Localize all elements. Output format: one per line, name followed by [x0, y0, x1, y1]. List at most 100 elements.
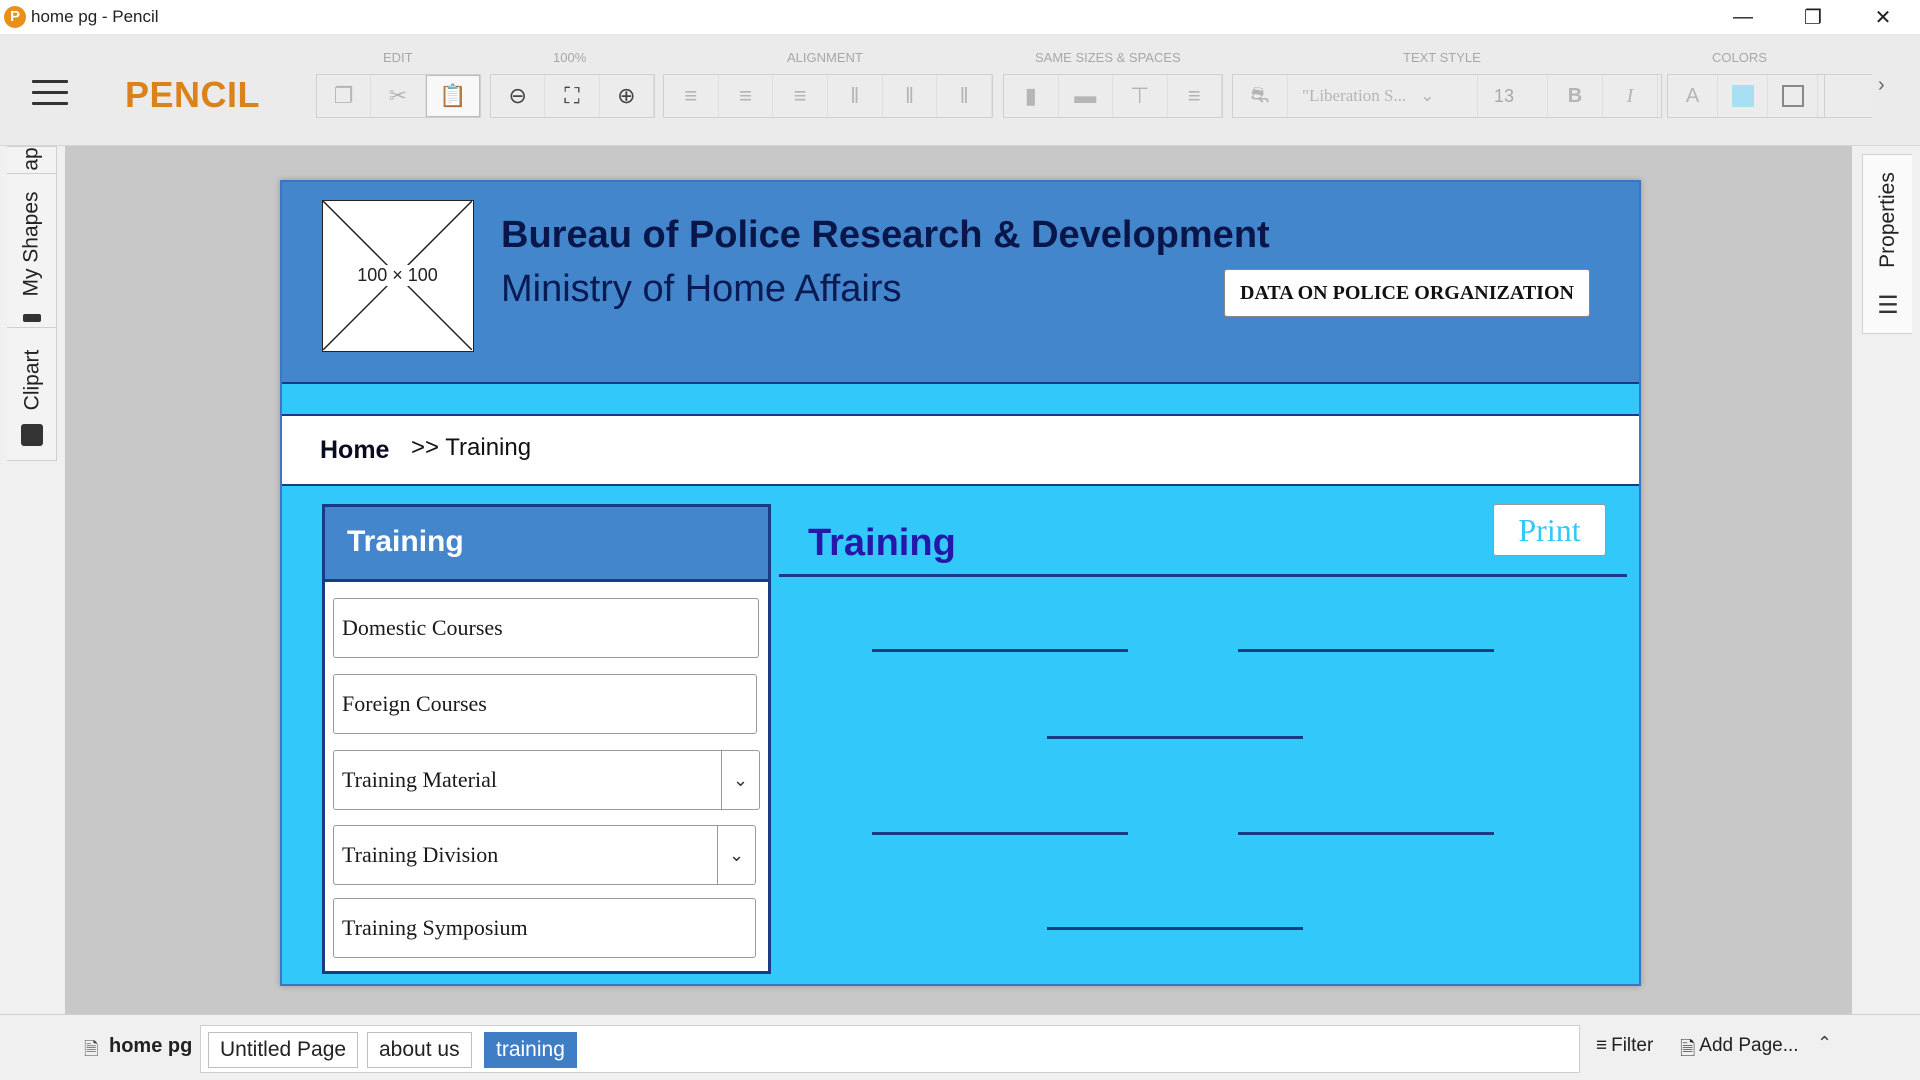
- chevron-down-icon: ⌄: [1420, 86, 1435, 105]
- tab-properties-label: Properties: [1876, 172, 1899, 268]
- print-button[interactable]: Print: [1493, 504, 1606, 556]
- same-sizes-group: ▮ ▬ ⊤ ≡: [1003, 74, 1223, 118]
- group-label-text-style: TEXT STYLE: [1403, 50, 1481, 65]
- nav-item-foreign-courses[interactable]: Foreign Courses: [333, 674, 757, 734]
- fit-screen-icon[interactable]: ⛶: [545, 75, 600, 117]
- align-middle-icon[interactable]: ‖: [883, 75, 938, 117]
- align-left-icon[interactable]: ≡: [664, 75, 719, 117]
- font-size-input[interactable]: 13: [1478, 75, 1548, 117]
- tab-shapes-label: ap: [19, 147, 43, 171]
- toolbar-scroll-right-icon[interactable]: ›: [1878, 74, 1885, 97]
- content-placeholder-line: [1047, 736, 1303, 739]
- filter-button[interactable]: ≡ Filter: [1596, 1035, 1653, 1057]
- align-center-icon[interactable]: ≡: [719, 75, 774, 117]
- nav-item-label: Foreign Courses: [342, 691, 487, 716]
- nav-item-domestic-courses[interactable]: Domestic Courses: [333, 598, 759, 658]
- page-tab-untitled[interactable]: Untitled Page: [208, 1032, 359, 1068]
- text-color-button[interactable]: A: [1668, 75, 1718, 117]
- ministry-name: Ministry of Home Affairs: [501, 268, 902, 310]
- align-bottom-icon[interactable]: ‖: [937, 75, 993, 117]
- add-page-icon: 🗎: [1680, 1039, 1696, 1060]
- hamburger-menu-icon[interactable]: [32, 80, 68, 106]
- app-brand: PENCIL: [125, 74, 261, 115]
- align-top-icon[interactable]: ‖: [828, 75, 883, 117]
- close-icon[interactable]: ✕: [1853, 0, 1913, 34]
- space-vertical-icon[interactable]: ≡: [1168, 75, 1222, 117]
- restore-icon[interactable]: ❐: [1783, 0, 1843, 34]
- tab-shapes[interactable]: ap: [7, 147, 57, 171]
- main-title: Training: [808, 522, 956, 564]
- nav-item-label: Training Division: [342, 842, 499, 867]
- add-page-label: Add Page...: [1699, 1035, 1799, 1056]
- nav-item-label: Training Material: [342, 767, 497, 792]
- page-bar: 🗎 home pg Untitled Page about us trainin…: [0, 1014, 1920, 1080]
- organization-name: Bureau of Police Research & Development: [501, 214, 1270, 256]
- content-placeholder-line: [872, 832, 1128, 835]
- group-label-same-sizes: SAME SIZES & SPACES: [1035, 50, 1181, 65]
- breadcrumb-home-link[interactable]: Home: [320, 436, 389, 465]
- cut-icon[interactable]: ✂: [371, 75, 426, 117]
- group-label-colors: COLORS: [1712, 50, 1767, 65]
- minimize-icon[interactable]: —: [1713, 0, 1773, 34]
- paste-icon[interactable]: 📋: [425, 75, 480, 117]
- same-width-icon[interactable]: ▮: [1004, 75, 1059, 117]
- colors-group: A: [1667, 74, 1827, 118]
- stroke-color-swatch: [1781, 85, 1804, 107]
- nav-item-training-material[interactable]: Training Material ⌄: [333, 750, 760, 810]
- zoom-group: ⊖ ⛶ ⊕: [490, 74, 655, 118]
- zoom-out-icon[interactable]: ⊖: [491, 75, 546, 117]
- page-tab-about-us[interactable]: about us: [367, 1032, 472, 1068]
- main-toolbar: PENCIL EDIT 100% ALIGNMENT SAME SIZES & …: [0, 34, 1920, 146]
- italic-button[interactable]: I: [1603, 75, 1658, 117]
- fill-color-swatch: [1731, 85, 1754, 107]
- bold-button[interactable]: B: [1548, 75, 1603, 117]
- fill-color-button[interactable]: [1718, 75, 1768, 117]
- tab-properties[interactable]: Properties: [1863, 155, 1913, 285]
- page-icon: 🗎: [84, 1039, 99, 1059]
- training-sidenav: Training Domestic Courses Foreign Course…: [322, 504, 771, 974]
- current-page-label[interactable]: home pg: [109, 1035, 192, 1058]
- align-right-icon[interactable]: ≡: [773, 75, 829, 117]
- sidenav-title: Training: [347, 525, 464, 558]
- font-family-value: "Liberation S...: [1302, 86, 1407, 105]
- tab-my-shapes[interactable]: My Shapes: [7, 173, 57, 313]
- text-style-group: ⛐ "Liberation S... ⌄ 13 B I: [1232, 74, 1662, 118]
- left-dock: ap My Shapes Clipart: [7, 146, 57, 461]
- zoom-in-icon[interactable]: ⊕: [600, 75, 654, 117]
- filter-icon: ≡: [1596, 1035, 1608, 1056]
- right-dock: Properties ☰: [1862, 154, 1912, 334]
- chevron-up-icon[interactable]: ⌃: [1817, 1033, 1832, 1054]
- logo-placeholder-label: 100 × 100: [355, 265, 440, 286]
- format-painter-icon[interactable]: ⛐: [1233, 75, 1288, 117]
- my-shapes-icon: [7, 313, 57, 323]
- mockup-page[interactable]: 100 × 100 Bureau of Police Research & De…: [280, 180, 1641, 986]
- stroke-color-button[interactable]: [1768, 75, 1818, 117]
- font-family-select[interactable]: "Liberation S... ⌄: [1288, 75, 1478, 117]
- chevron-down-icon[interactable]: ⌄: [721, 751, 759, 809]
- page-tab-training[interactable]: training: [484, 1032, 577, 1068]
- group-label-edit: EDIT: [383, 50, 413, 65]
- properties-sliders-icon: ☰: [1877, 291, 1899, 319]
- space-horizontal-icon[interactable]: ⊤: [1113, 75, 1168, 117]
- data-on-police-button[interactable]: DATA ON POLICE ORGANIZATION: [1224, 269, 1590, 317]
- tab-my-shapes-label: My Shapes: [20, 190, 43, 297]
- copy-icon[interactable]: ❐: [317, 75, 372, 117]
- breadcrumb-current: >> Training: [411, 434, 532, 461]
- toolbar-overflow-group: [1824, 74, 1872, 118]
- filter-label: Filter: [1611, 1035, 1654, 1056]
- group-label-alignment: ALIGNMENT: [787, 50, 863, 65]
- nav-item-label: Domestic Courses: [342, 615, 503, 640]
- site-header: 100 × 100 Bureau of Police Research & De…: [282, 182, 1639, 384]
- group-label-zoom: 100%: [553, 50, 587, 65]
- pencil-app-icon: P: [4, 6, 26, 28]
- same-height-icon[interactable]: ▬: [1059, 75, 1113, 117]
- add-page-button[interactable]: 🗎 Add Page...: [1680, 1035, 1799, 1067]
- nav-item-training-symposium[interactable]: Training Symposium: [333, 898, 756, 958]
- chevron-down-icon[interactable]: ⌄: [717, 826, 755, 884]
- logo-placeholder: 100 × 100: [322, 200, 474, 352]
- title-divider: [779, 574, 1627, 577]
- content-placeholder-line: [872, 649, 1128, 652]
- tab-clipart-label: Clipart: [20, 349, 43, 411]
- nav-item-training-division[interactable]: Training Division ⌄: [333, 825, 756, 885]
- content-placeholder-line: [1238, 649, 1494, 652]
